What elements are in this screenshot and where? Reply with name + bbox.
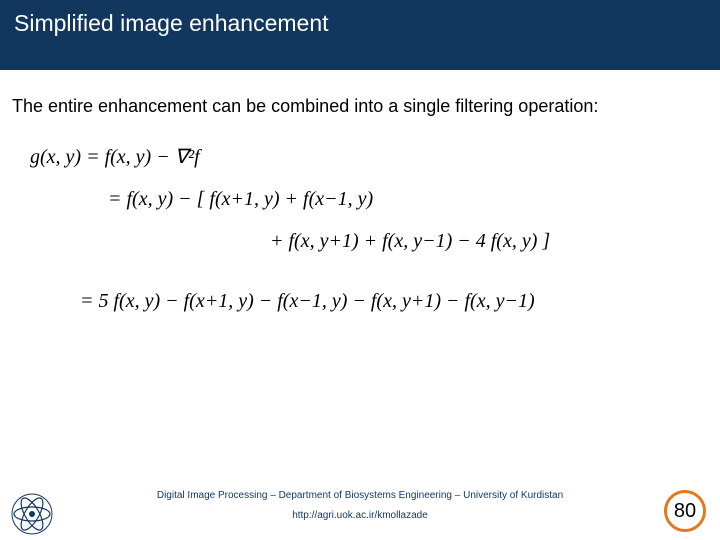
footer-url: http://agri.uok.ac.ir/kmollazade xyxy=(0,510,720,521)
eq2-text: = f(x, y) − [ f(x+1, y) + f(x−1, y) xyxy=(108,188,373,210)
page-number: 80 xyxy=(674,500,696,523)
footer: Digital Image Processing – Department of… xyxy=(0,482,720,540)
slide-title: Simplified image enhancement xyxy=(14,10,329,37)
eq4-text: = 5 f(x, y) − f(x+1, y) − f(x−1, y) − f(… xyxy=(80,290,535,312)
equation-line-1: g(x, y) = f(x, y) − ∇²f xyxy=(30,147,706,167)
slide: Simplified image enhancement The entire … xyxy=(0,0,720,540)
equation-line-2: = f(x, y) − [ f(x+1, y) + f(x−1, y) xyxy=(30,189,706,209)
equation-line-3: + f(x, y+1) + f(x, y−1) − 4 f(x, y) ] xyxy=(30,231,706,251)
slide-body: The entire enhancement can be combined i… xyxy=(0,70,720,540)
equation-line-4: = 5 f(x, y) − f(x+1, y) − f(x−1, y) − f(… xyxy=(30,291,706,311)
eq1-text: g(x, y) = f(x, y) − ∇²f xyxy=(30,146,200,168)
title-bar: Simplified image enhancement xyxy=(0,0,720,70)
footer-line-1: Digital Image Processing – Department of… xyxy=(0,490,720,501)
intro-text: The entire enhancement can be combined i… xyxy=(6,96,706,117)
equation-block: g(x, y) = f(x, y) − ∇²f = f(x, y) − [ f(… xyxy=(6,147,706,311)
eq3-text: + f(x, y+1) + f(x, y−1) − 4 f(x, y) ] xyxy=(270,230,550,252)
page-number-badge: 80 xyxy=(664,490,706,532)
